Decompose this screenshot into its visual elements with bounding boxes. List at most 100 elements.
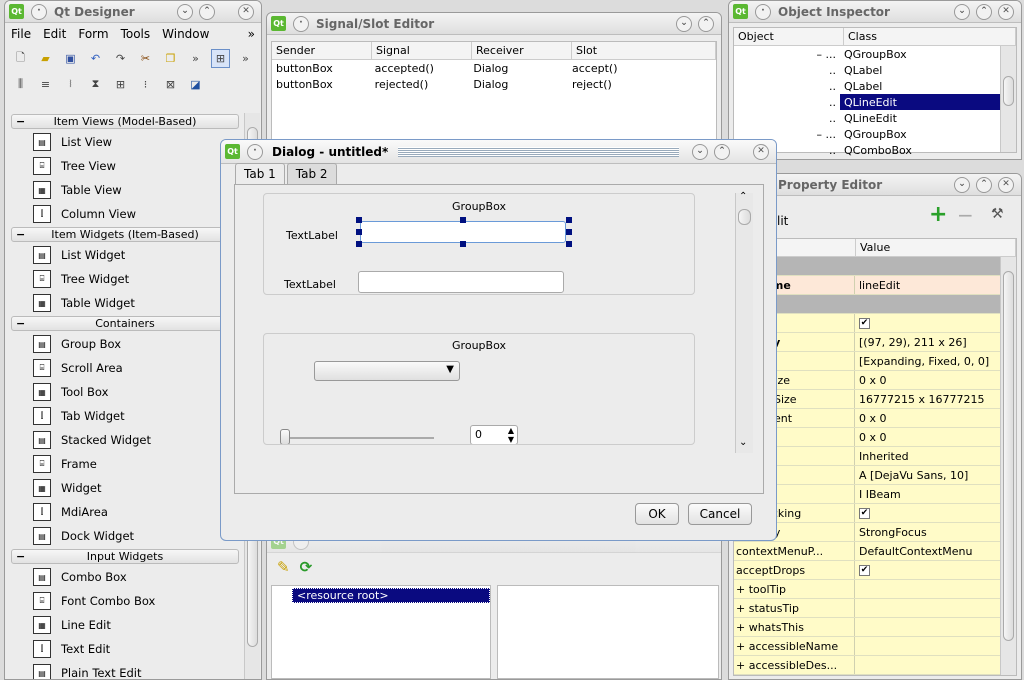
widget-item[interactable]: ▦ Table View [11,178,239,202]
layout-vertical-icon[interactable]: ≡ [36,75,55,94]
scroll-thumb[interactable] [738,209,751,225]
object-row[interactable]: – ... QGroupBox [734,46,1002,62]
category-header[interactable]: − Containers [11,316,239,331]
property-value[interactable]: lineEdit [854,276,1002,294]
category-header[interactable]: − Item Widgets (Item-Based) [11,227,239,242]
tab-2[interactable]: Tab 2 [286,163,337,184]
minimize-icon[interactable]: ⌄ [954,176,970,193]
widget-item[interactable]: ⫿ Text Edit [11,637,239,661]
property-value[interactable]: Inherited [854,447,1002,465]
layout-h-splitter-icon[interactable]: ⧘ [61,75,80,94]
property-value[interactable]: 0 x 0 [854,428,1002,446]
col-object[interactable]: Object [734,28,844,45]
spin-arrows-icon[interactable]: ▲ ▼ [508,426,514,444]
checkbox-icon[interactable]: ✔ [859,564,870,576]
collapse-icon[interactable]: − [16,115,25,128]
selection-handle[interactable] [460,241,466,247]
collapse-icon[interactable]: − [16,550,25,563]
undo-icon[interactable]: ↶ [86,49,105,68]
close-icon[interactable]: ✕ [753,143,769,160]
connection-row[interactable]: buttonBox accepted() Dialog accept() [272,60,716,76]
slider-track[interactable] [284,437,434,439]
edit-resources-icon[interactable]: ✎ [277,558,290,576]
property-value[interactable]: 0 x 0 [854,371,1002,389]
widget-item[interactable]: ⌸ Tree View [11,154,239,178]
property-row[interactable]: contextMenuP... DefaultContextMenu [734,542,1002,561]
property-value[interactable] [854,599,1002,617]
property-value[interactable]: 0 x 0 [854,409,1002,427]
toolbar-overflow-icon[interactable]: » [186,49,205,68]
copy-icon[interactable]: ❐ [161,49,180,68]
property-value[interactable]: 16777215 x 16777215 [854,390,1002,408]
adjust-size-icon[interactable]: ◪ [186,75,205,94]
property-value[interactable] [854,618,1002,636]
minimize-icon[interactable]: ⌄ [676,15,692,32]
property-row[interactable]: + toolTip [734,580,1002,599]
widget-item[interactable]: ▤ Group Box [11,332,239,356]
object-tree-scrollbar[interactable] [1000,46,1016,152]
property-value[interactable] [854,656,1002,674]
layout-form-icon[interactable]: ⁝ [136,75,155,94]
col-slot[interactable]: Slot [572,42,716,59]
widget-item[interactable]: ⌸ Frame [11,452,239,476]
widget-item[interactable]: ⌸ Scroll Area [11,356,239,380]
property-row[interactable]: + accessibleDes... [734,656,1002,675]
selection-handle[interactable] [566,229,572,235]
layout-v-splitter-icon[interactable]: ⧗ [86,75,105,94]
checkbox-icon[interactable]: ✔ [859,507,870,519]
combo-box[interactable]: ▼ [314,361,460,381]
menu-window[interactable]: Window [156,27,215,41]
selection-handle[interactable] [356,229,362,235]
cancel-button[interactable]: Cancel [688,503,752,525]
selection-handle[interactable] [356,241,362,247]
widget-item[interactable]: ▦ Widget [11,476,239,500]
property-value[interactable]: ✔ [854,504,1002,522]
property-value[interactable]: DefaultContextMenu [854,542,1002,560]
layout-grid-icon[interactable]: ⊞ [111,75,130,94]
menu-form[interactable]: Form [72,27,114,41]
property-value[interactable]: ✔ [854,561,1002,579]
menu-file[interactable]: File [5,27,37,41]
scroll-area-scrollbar[interactable]: ⌃ ⌄ [735,191,753,453]
widget-item[interactable]: ▤ Stacked Widget [11,428,239,452]
selection-handle[interactable] [356,217,362,223]
col-signal[interactable]: Signal [372,42,472,59]
widget-item[interactable]: ▤ Combo Box [11,565,239,589]
property-row[interactable]: + accessibleName [734,637,1002,656]
maximize-icon[interactable]: ⌃ [199,3,215,20]
object-inspector-titlebar[interactable]: Qt · Object Inspector ⌄ ⌃ ✕ [729,1,1021,23]
connection-row[interactable]: buttonBox rejected() Dialog reject() [272,76,716,92]
signal-slot-titlebar[interactable]: Qt · Signal/Slot Editor ⌄ ⌃ [267,13,721,35]
collapse-icon[interactable]: − [16,317,25,330]
configure-icon[interactable]: ⚒ [991,206,1004,222]
selection-handle[interactable] [566,241,572,247]
property-value[interactable] [854,580,1002,598]
widget-item[interactable]: ▤ List View [11,130,239,154]
property-value[interactable]: [Expanding, Fixed, 0, 0] [854,352,1002,370]
maximize-icon[interactable]: ⌃ [976,3,992,20]
tab-1[interactable]: Tab 1 [235,163,285,184]
scroll-down-icon[interactable]: ⌄ [739,437,747,448]
object-row[interactable]: .. QLabel [734,78,1002,94]
toolbar2-overflow-icon[interactable]: » [236,49,255,68]
line-edit-2[interactable] [358,271,564,293]
checkbox-icon[interactable]: ✔ [859,317,870,329]
widget-item[interactable]: ▦ Tool Box [11,380,239,404]
widget-item[interactable]: ▤ Dock Widget [11,524,239,548]
widget-item[interactable]: ▦ Line Edit [11,613,239,637]
add-dynamic-property-icon[interactable]: + [929,204,947,226]
save-icon[interactable]: ▣ [61,49,80,68]
property-row[interactable]: + whatsThis [734,618,1002,637]
collapse-icon[interactable]: − [16,228,25,241]
break-layout-icon[interactable]: ⊠ [161,75,180,94]
slider-handle[interactable] [280,429,290,444]
remove-dynamic-property-icon[interactable]: − [957,204,974,226]
window-menu-icon[interactable]: · [293,15,309,32]
window-menu-icon[interactable]: · [31,3,47,20]
minimize-icon[interactable]: ⌄ [177,3,193,20]
property-row[interactable]: + statusTip [734,599,1002,618]
open-file-icon[interactable]: ▰ [36,49,55,68]
object-row[interactable]: .. QLabel [734,62,1002,78]
close-icon[interactable]: ✕ [998,176,1014,193]
cut-icon[interactable]: ✂ [136,49,155,68]
